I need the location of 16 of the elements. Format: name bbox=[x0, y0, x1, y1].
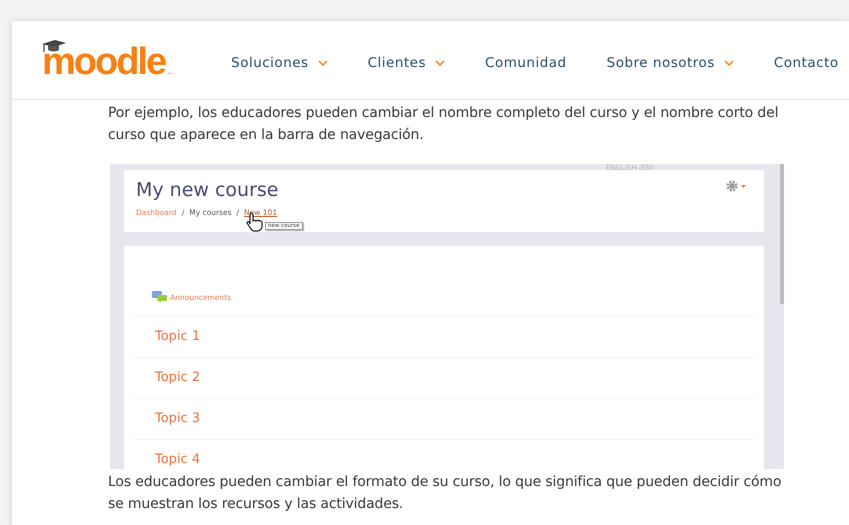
topic-heading[interactable]: Topic 1 bbox=[132, 317, 756, 358]
nav-link[interactable]: Soluciones bbox=[231, 49, 328, 71]
nav-link[interactable]: Comunidad bbox=[485, 49, 567, 71]
nav-link[interactable]: Contacto bbox=[774, 49, 839, 71]
nav-link[interactable]: Sobre nosotros bbox=[606, 49, 734, 71]
topic-heading[interactable]: Topic 3 bbox=[132, 399, 756, 440]
nav-link[interactable]: Clientes bbox=[368, 49, 446, 71]
course-title: My new course bbox=[136, 179, 278, 201]
topic-heading[interactable]: Topic 2 bbox=[132, 358, 756, 399]
gear-icon[interactable] bbox=[726, 180, 748, 192]
logo-text[interactable]: moodle bbox=[42, 45, 166, 79]
outro-paragraph: Los educadores pueden cambiar el formato de su curso, lo que significa que pueden decidir cómo se muestran los recursos y las actividades. bbox=[108, 473, 782, 514]
topic-heading[interactable]: Topic 4 bbox=[132, 440, 756, 469]
chat-bubbles-icon bbox=[152, 291, 168, 303]
scrollbar-thumb[interactable] bbox=[780, 164, 784, 304]
intro-paragraph: Por ejemplo, los educadores pueden cambiar el nombre completo del curso y el nombre corto del curso que aparece en la barra de navegación. bbox=[108, 104, 780, 145]
